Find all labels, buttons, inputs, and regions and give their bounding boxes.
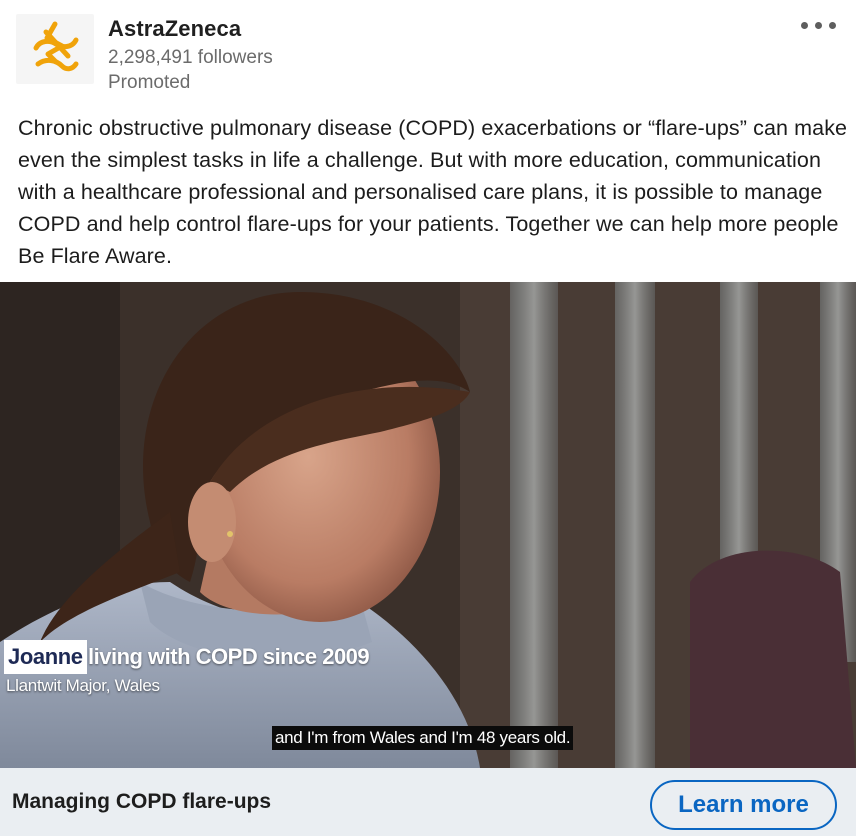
post-header: AstraZeneca 2,298,491 followers Promoted xyxy=(0,0,856,100)
speaker-location: Llantwit Major, Wales xyxy=(6,676,160,695)
promoted-label: Promoted xyxy=(108,72,191,93)
more-options-button[interactable] xyxy=(800,10,838,40)
learn-more-button[interactable]: Learn more xyxy=(650,780,837,830)
cta-bar[interactable]: Managing COPD flare-ups Learn more xyxy=(0,768,856,836)
speaker-name-tag: Joanne xyxy=(4,640,87,674)
video-player[interactable]: Joanne living with COPD since 2009 Llant… xyxy=(0,282,856,768)
astrazeneca-logo-icon xyxy=(33,21,79,72)
company-name[interactable]: AstraZeneca xyxy=(108,16,241,42)
company-logo[interactable] xyxy=(16,14,94,84)
cta-headline[interactable]: Managing COPD flare-ups xyxy=(12,790,271,814)
speaker-title-tag: living with COPD since 2009 xyxy=(88,644,370,669)
follower-count: 2,298,491 followers xyxy=(108,47,273,68)
more-horizontal-icon xyxy=(801,22,808,29)
post-text: Chronic obstructive pulmonary disease (C… xyxy=(18,116,848,268)
video-caption: and I'm from Wales and I'm 48 years old. xyxy=(272,726,574,750)
